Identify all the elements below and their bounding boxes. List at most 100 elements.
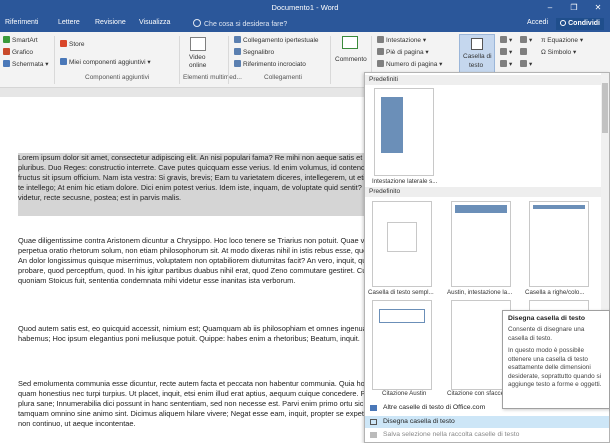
paragraph[interactable]: Quod autem satis est, eo quicquid access… <box>18 324 418 344</box>
page-number-button[interactable]: Numero di pagina ▾ <box>377 60 442 68</box>
save-selection-icon <box>370 432 377 438</box>
tab-visualizza[interactable]: Visualizza <box>139 19 170 26</box>
date-time-button[interactable] <box>520 48 529 56</box>
gallery-item-caption: Casella di testo sempl... <box>368 289 434 296</box>
text-box-button[interactable]: Casella di testo <box>459 34 495 74</box>
hyperlink-label: Collegamento ipertestuale <box>243 37 319 44</box>
gallery-item-simple[interactable] <box>372 201 432 287</box>
hyperlink-button[interactable]: Collegamento ipertestuale <box>234 36 319 44</box>
draw-text-box-icon <box>370 419 377 425</box>
window-controls: ‒ ❐ ✕ <box>538 0 610 16</box>
screenshot-button[interactable]: Schermata ▾ <box>3 60 49 68</box>
tab-riferimenti[interactable]: Riferimenti <box>5 19 38 26</box>
sign-in-link[interactable]: Accedi <box>527 19 548 26</box>
gallery-scroll-thumb[interactable] <box>602 83 608 133</box>
chart-button[interactable]: Grafico <box>3 48 33 56</box>
symbol-label: Simbolo <box>547 49 572 56</box>
document-title: Documento1 - Word <box>271 3 339 12</box>
video-label-2[interactable]: online <box>189 62 206 69</box>
footer-button[interactable]: Piè di pagina ▾ <box>377 48 429 56</box>
store-icon <box>60 40 67 47</box>
equation-button[interactable]: π Equazione ▾ <box>541 36 583 44</box>
document-page[interactable]: Lorem ipsum dolor sit amet, consectetur … <box>0 97 420 443</box>
signature-icon <box>520 36 527 43</box>
chart-icon <box>3 48 10 55</box>
bookmark-button[interactable]: Segnalibro <box>234 48 274 56</box>
signature-line-button[interactable]: ▾ <box>520 36 532 44</box>
video-label-1[interactable]: Video <box>189 54 206 61</box>
my-addins-label: Miei componenti aggiuntivi <box>69 59 146 66</box>
smartart-button[interactable]: SmartArt <box>3 36 38 44</box>
text-box-label-1: Casella di <box>463 53 492 60</box>
share-label: Condividi <box>568 20 600 27</box>
object-icon <box>520 60 527 67</box>
symbol-button[interactable]: Ω Simbolo ▾ <box>541 48 576 56</box>
tab-lettere[interactable]: Lettere <box>58 19 80 26</box>
person-icon <box>560 20 567 26</box>
cross-reference-button[interactable]: Riferimento incrociato <box>234 60 306 68</box>
header-icon <box>377 36 384 43</box>
screenshot-icon <box>3 60 10 67</box>
my-addins-button[interactable]: Miei componenti aggiuntivi ▾ <box>60 58 151 66</box>
footer-icon <box>377 48 384 55</box>
thumb-sidebar-block <box>381 97 403 153</box>
header-button[interactable]: Intestazione ▾ <box>377 36 426 44</box>
group-label-componenti: Componenti aggiuntivi <box>85 74 150 81</box>
group-label-media: Elementi multimed... <box>183 74 242 81</box>
header-label: Intestazione <box>386 37 422 44</box>
ribbon-tabs: Riferimenti Lettere Revisione Visualizza… <box>0 16 610 32</box>
draw-text-box-item[interactable]: Disegna casella di testo <box>365 416 609 428</box>
comment-button[interactable]: Commento <box>335 56 367 63</box>
paragraph-selected[interactable]: Lorem ipsum dolor sit amet, consectetur … <box>18 153 418 216</box>
share-button[interactable]: Condividi <box>556 18 604 30</box>
tell-me-box[interactable]: Che cosa si desidera fare? <box>193 19 287 28</box>
bookmark-label: Segnalibro <box>243 49 275 56</box>
gallery-item-austin-sidebar[interactable] <box>451 201 511 287</box>
minimize-button[interactable]: ‒ <box>538 0 562 16</box>
tooltip-title: Disegna casella di testo <box>508 315 586 322</box>
tell-me-text: Che cosa si desidera fare? <box>204 21 288 28</box>
office-icon <box>370 405 377 411</box>
gallery-item-austin-quote[interactable] <box>372 300 432 390</box>
gallery-section-header: Predefiniti <box>365 75 603 85</box>
ribbon-divider <box>228 36 229 84</box>
store-label: Store <box>69 41 85 48</box>
cross-reference-icon <box>234 60 241 67</box>
page-number-label: Numero di pagina <box>386 61 438 68</box>
paragraph[interactable]: Quae diligentissime contra Aristonem dic… <box>18 236 418 286</box>
gallery-item-sidebar[interactable] <box>374 88 434 176</box>
thumb-banded-bar <box>533 205 585 209</box>
drop-cap-icon <box>500 60 507 67</box>
tab-revisione[interactable]: Revisione <box>95 19 126 26</box>
wordart-button[interactable]: ▾ <box>500 48 512 56</box>
save-selection-item[interactable]: Salva selezione nella raccolta caselle d… <box>365 429 609 441</box>
link-icon <box>234 36 241 43</box>
maximize-button[interactable]: ❐ <box>562 0 586 16</box>
more-text-boxes-label: Altre caselle di testo di Office.com <box>383 404 486 411</box>
gallery-item-caption: Citazione Austin <box>382 390 427 397</box>
quick-parts-button[interactable]: ▾ <box>500 36 512 44</box>
save-selection-label: Salva selezione nella raccolta caselle d… <box>383 431 520 438</box>
screenshot-label: Schermata <box>12 61 44 68</box>
text-box-icon <box>471 38 483 50</box>
quick-parts-icon <box>500 36 507 43</box>
gallery-item-caption: Austin, intestazione la... <box>447 289 513 296</box>
gallery-section-header: Predefinito <box>365 187 603 197</box>
video-icon <box>190 37 206 51</box>
cross-reference-label: Riferimento incrociato <box>243 61 306 68</box>
close-button[interactable]: ✕ <box>586 0 610 16</box>
gallery-item-caption: Intestazione laterale s... <box>372 178 438 185</box>
tooltip-text: In questo modo è possibile ottenere una … <box>508 347 602 388</box>
omega-icon: Ω <box>541 49 548 56</box>
gallery-item-caption: Citazione con sfaccet... <box>447 390 503 397</box>
paragraph[interactable]: Sed emolumenta communia esse dicuntur, r… <box>18 379 418 429</box>
tooltip: Disegna casella di testo Consente di dis… <box>502 310 610 409</box>
smartart-icon <box>3 36 10 43</box>
gallery-item-banded[interactable] <box>529 201 589 287</box>
object-button[interactable]: ▾ <box>520 60 532 68</box>
drop-cap-button[interactable]: ▾ <box>500 60 512 68</box>
smartart-label: SmartArt <box>12 37 38 44</box>
store-button[interactable]: Store <box>60 40 85 48</box>
group-label-collegamenti: Collegamenti <box>264 74 302 81</box>
chart-label: Grafico <box>12 49 33 56</box>
